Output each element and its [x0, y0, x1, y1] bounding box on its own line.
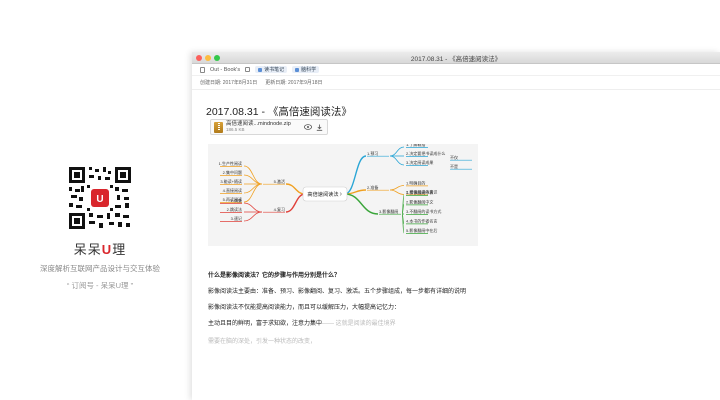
mindmap-branch-label: 3.影像翻阅 [379, 208, 398, 214]
download-icon[interactable] [315, 123, 324, 132]
mindmap-branch-link [285, 193, 306, 213]
promo-subtitle: 深度解析互联网产品设计与交互体验 [40, 264, 160, 273]
answer-paragraph: 影像阅读法主要由：准备、预习、影像翻阅、复习、激活。五个步骤组成，每一步都有详细… [208, 289, 467, 295]
mindmap-extra-label: 不仅 [450, 154, 458, 160]
mindmap-child-link [389, 185, 405, 191]
qr-code-icon: U [67, 165, 133, 231]
note-toolbar: Out - Book's 读书笔记 脑科学 [192, 64, 720, 76]
tag-chip[interactable]: 脑科学 [292, 66, 320, 73]
note-meta: 创建日期: 2017年8月31日 更新日期: 2017年9月18日 [192, 76, 720, 90]
window-title: 2017.08.31 - 《高倍速阅读法》 [410, 56, 502, 63]
mindmap-child-link [389, 189, 405, 195]
mindmap-child-label: 3.决定阅读成果 [406, 159, 433, 165]
mindmap-child-link [243, 183, 263, 194]
promo-title: 呆呆U理 [73, 242, 127, 257]
created-date: 创建日期: 2017年8月31日 [200, 80, 258, 86]
attachment-card[interactable]: 高倍速阅读...mindnode.zip 186.5 KB [210, 119, 328, 135]
mindmap-branch-link [344, 193, 379, 215]
mindmap-child-label: 2.跳读法 [227, 206, 242, 212]
answer-paragraph: 主动且目的鲜明，富于求知欲，注意力集中—— 这就是阅读的最佳境界 [208, 321, 396, 327]
mindmap-child-label: 3.能读+随读 [220, 178, 242, 184]
promo-block: U 呆呆U理 深度解析互联网产品设计与交互体验 “ 订阅号 - 呆呆U理 ” [30, 165, 170, 291]
mindmap-branch-link [344, 155, 367, 195]
mindmap-child-link [389, 155, 405, 166]
updated-date: 更新日期: 2017年9月18日 [265, 80, 323, 86]
mindmap-child-label: 3.不翻阅的读书方式 [406, 208, 441, 214]
mindmap-extra-label: 不是 [450, 163, 458, 169]
notebook-selector[interactable]: Out - Book's [210, 67, 240, 73]
mindmap-child-label: 3.速记 [231, 215, 242, 221]
answer-paragraph: 需要在脑的深处，引发一种状态的改变， [208, 339, 317, 345]
mindmap-child-label: 2.决定要把书读成什么 [406, 150, 445, 156]
tag-chip[interactable]: 读书笔记 [255, 66, 288, 73]
mindmap-child-link [243, 211, 263, 222]
mindmap-child-link [389, 146, 405, 157]
attachment-size: 186.5 KB [226, 127, 245, 132]
zip-file-icon [214, 121, 223, 133]
mindmap-child-label: 2.影像翻阅中文 [406, 199, 433, 205]
mindmap-child-label: 1.生产性阅读 [219, 160, 242, 166]
tag-icon [295, 67, 300, 72]
note-title[interactable]: 2017.08.31 - 《高倍速阅读法》 [206, 104, 720, 119]
answer-paragraph: 影像阅读法不仅能提高阅读能力，而且可以缓解压力，大幅提高记忆力： [208, 305, 401, 311]
mindmap-child-label: 1.影像翻阅中表 [406, 189, 433, 195]
share-icon[interactable] [245, 67, 251, 72]
question-heading: 什么是影像阅读法？它的步骤与作用分别是什么？ [208, 273, 341, 279]
mindmap-center-label: 高倍速阅读法 [307, 190, 338, 198]
mindmap-image: 1.预习 1.了解概括 2.决定要把书读成什么 3.决定阅读成果 2.准备 1.明确目的 2… [208, 144, 478, 246]
mindmap-branch-label: 4.复习 [274, 206, 285, 212]
stage: U 呆呆U理 深度解析互联网产品设计与交互体验 “ 订阅号 - 呆呆U理 ” 2… [0, 0, 720, 400]
mindmap-branch-link [285, 183, 306, 195]
svg-text:U: U [96, 194, 103, 205]
mindmap-child-label: 4.本书的作者名言 [406, 218, 437, 224]
mindmap-child-label: 1.明确目的 [406, 180, 425, 186]
tag-icon [258, 67, 263, 72]
mindmap-branch-label: 1.预习 [367, 150, 378, 156]
mindmap-child-label: 5.影像翻阅中在后 [406, 227, 437, 233]
mindmap-child-link [243, 202, 263, 213]
mindmap-child-link [243, 174, 263, 185]
title-bar: 2017.08.31 - 《高倍速阅读法》 [192, 52, 720, 64]
promo-signature: “ 订阅号 - 呆呆U理 ” [66, 281, 134, 290]
mindmap-child-label: 1.调查 [231, 197, 242, 203]
note-window: 2017.08.31 - 《高倍速阅读法》 Out - Book's 读书笔记 … [192, 52, 720, 400]
mindmap-child-label: 2.集中问题 [223, 169, 242, 175]
eye-icon[interactable] [303, 123, 312, 132]
notebook-icon [200, 66, 205, 73]
mindmap-child-label: 1.了解概括 [406, 144, 425, 147]
mindmap-branch-label: 5.激活 [274, 178, 285, 184]
mindmap-branch-label: 2.准备 [367, 184, 378, 190]
mindmap-child-label: 4.直接阅读 [223, 187, 242, 193]
